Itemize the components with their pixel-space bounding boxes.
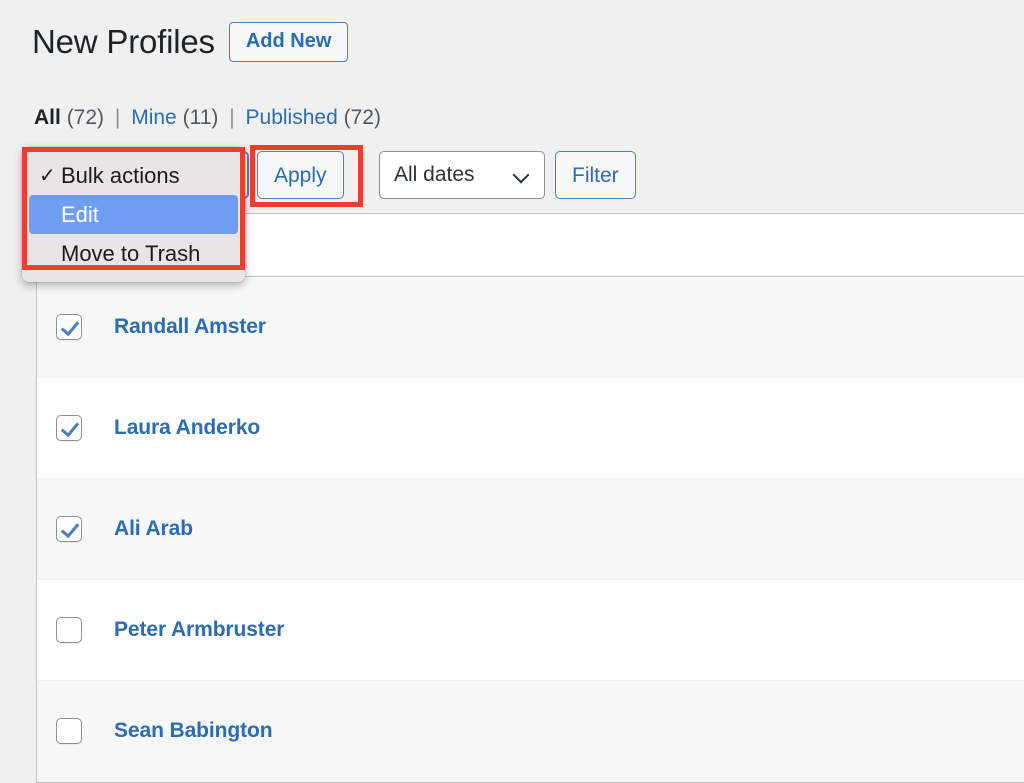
apply-button[interactable]: Apply: [257, 151, 344, 199]
apply-button-container: Apply: [257, 151, 344, 199]
bulk-actions-dropdown-options: ✓ Bulk actions Edit Move to Trash: [22, 152, 245, 277]
date-filter-container: All dates: [379, 151, 545, 199]
views-separator-1: |: [114, 106, 121, 129]
table-row: Ali Arab: [37, 479, 1024, 580]
row-title-link[interactable]: Randall Amster: [114, 315, 266, 339]
profiles-table: Randall Amster Laura Anderko Ali Arab Peter…: [36, 213, 1024, 783]
row-select-checkbox[interactable]: [56, 516, 82, 542]
row-select-checkbox[interactable]: [56, 718, 82, 744]
view-count-mine: (11): [182, 106, 219, 129]
row-select-checkbox[interactable]: [56, 314, 82, 340]
table-body: Randall Amster Laura Anderko Ali Arab Peter…: [37, 277, 1024, 782]
filter-button-container: Filter: [555, 151, 636, 199]
bulk-action-option-bulk-actions[interactable]: ✓ Bulk actions: [22, 156, 245, 195]
chevron-down-icon: [514, 167, 530, 183]
bulk-action-option-edit[interactable]: Edit: [29, 195, 238, 234]
page-title: New Profiles: [32, 23, 215, 61]
bulk-actions-dropdown-menu[interactable]: ✓ Bulk actions Edit Move to Trash: [22, 147, 245, 282]
view-link-all[interactable]: All: [34, 106, 61, 129]
bulk-action-option-label: Bulk actions: [61, 162, 180, 188]
table-row: Randall Amster: [37, 277, 1024, 378]
bulk-action-option-label: Move to Trash: [61, 240, 201, 266]
row-title-link[interactable]: Peter Armbruster: [114, 618, 284, 642]
filter-button[interactable]: Filter: [555, 151, 636, 199]
checkmark-icon: ✓: [39, 164, 56, 187]
row-title-link[interactable]: Laura Anderko: [114, 416, 260, 440]
date-filter-value: All dates: [394, 163, 475, 186]
bulk-action-option-label: Edit: [61, 201, 99, 227]
date-filter-select[interactable]: All dates: [379, 151, 545, 199]
table-row: Laura Anderko: [37, 378, 1024, 479]
view-count-published: (72): [343, 106, 381, 129]
add-new-button[interactable]: Add New: [228, 22, 349, 62]
views-nav: All (72) | Mine (11) | Published (72): [34, 105, 381, 131]
row-title-link[interactable]: Sean Babington: [114, 719, 273, 743]
view-count-all: (72): [66, 106, 105, 129]
row-select-checkbox[interactable]: [56, 415, 82, 441]
view-link-published[interactable]: Published: [246, 106, 338, 129]
views-separator-2: |: [229, 106, 235, 129]
row-title-link[interactable]: Ali Arab: [114, 517, 193, 541]
table-row: Peter Armbruster: [37, 580, 1024, 681]
row-select-checkbox[interactable]: [56, 617, 82, 643]
table-row: Sean Babington: [37, 681, 1024, 782]
bulk-action-option-move-to-trash[interactable]: Move to Trash: [22, 234, 245, 273]
page-header: New Profiles Add New: [32, 22, 349, 62]
view-link-mine[interactable]: Mine: [131, 106, 177, 129]
admin-page: New Profiles Add New All (72) | Mine (11…: [0, 0, 1024, 783]
